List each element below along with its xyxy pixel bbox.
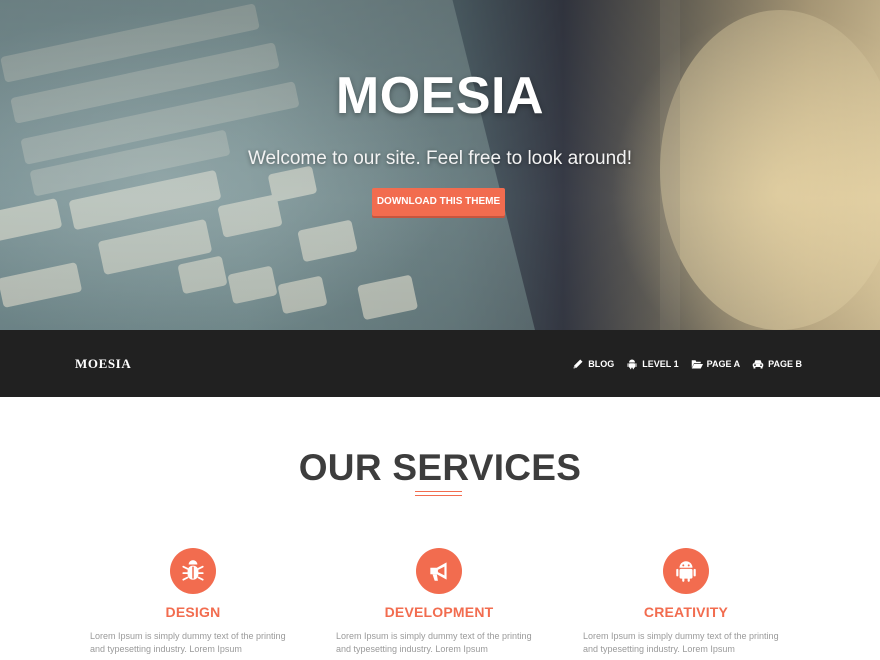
service-description: Lorem Ipsum is simply dummy text of the … — [583, 631, 779, 654]
nav-item-label: LEVEL 1 — [642, 358, 679, 369]
service-title: DEVELOPMENT — [384, 604, 494, 620]
site-brand[interactable]: MOESIA — [75, 356, 131, 372]
nav-item-page-a[interactable]: PAGE A — [691, 358, 741, 370]
hero-section: MOESIA Welcome to our site. Feel free to… — [0, 0, 880, 330]
main-navbar: MOESIA BLOG LEVEL 1 PAGE A PAGE B — [0, 330, 880, 397]
service-icon-circle — [170, 548, 216, 594]
nav-item-page-b[interactable]: PAGE B — [752, 358, 802, 370]
folder-open-icon — [691, 358, 707, 370]
hero-subtitle: Welcome to our site. Feel free to look a… — [247, 148, 633, 169]
nav-item-label: PAGE B — [768, 358, 802, 369]
nav-menu: BLOG LEVEL 1 PAGE A PAGE B — [560, 330, 802, 397]
download-theme-button[interactable]: DOWNLOAD THIS THEME — [372, 188, 505, 216]
android-icon — [626, 358, 642, 370]
service-icon-circle — [416, 548, 462, 594]
hero-title: MOESIA — [335, 67, 545, 125]
service-design: DESIGN Lorem Ipsum is simply dummy text … — [90, 548, 296, 656]
bug-icon — [182, 560, 204, 581]
car-icon — [752, 358, 768, 370]
heading-underline — [415, 491, 462, 496]
service-development: DEVELOPMENT Lorem Ipsum is simply dummy … — [336, 548, 542, 656]
android-icon — [676, 561, 696, 582]
nav-item-label: PAGE A — [706, 358, 741, 369]
nav-item-level-1[interactable]: LEVEL 1 — [626, 358, 679, 370]
services-heading: OUR SERVICES — [298, 447, 582, 488]
service-title: DESIGN — [165, 604, 221, 620]
nav-item-blog[interactable]: BLOG — [572, 358, 614, 370]
service-description: Lorem Ipsum is simply dummy text of the … — [90, 631, 286, 654]
megaphone-icon — [430, 562, 447, 581]
service-description: Lorem Ipsum is simply dummy text of the … — [336, 631, 532, 654]
nav-item-label: BLOG — [588, 358, 615, 369]
service-creativity: CREATIVITY Lorem Ipsum is simply dummy t… — [583, 548, 789, 656]
service-title: CREATIVITY — [643, 604, 729, 620]
service-icon-circle — [663, 548, 709, 594]
pencil-icon — [572, 358, 588, 370]
